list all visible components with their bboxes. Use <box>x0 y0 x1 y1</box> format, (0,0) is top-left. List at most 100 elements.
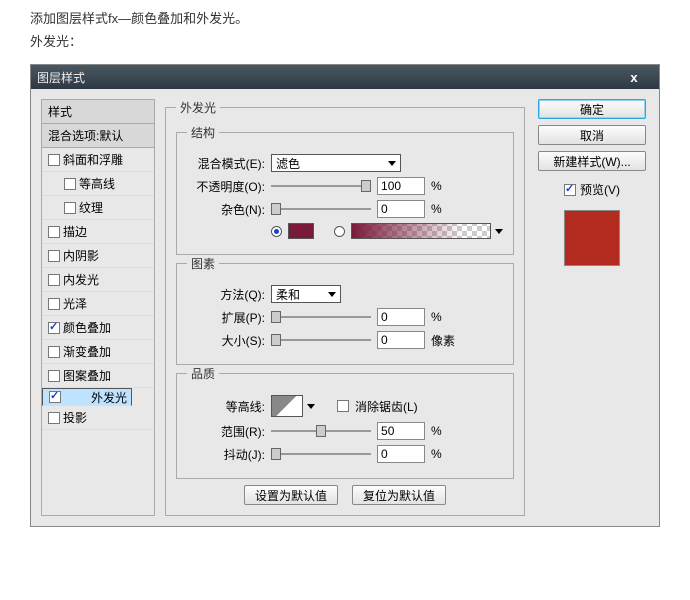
technique-select[interactable]: 柔和 <box>271 285 341 303</box>
sidebar-header-styles[interactable]: 样式 <box>42 100 154 124</box>
sidebar-item-5[interactable]: 内发光 <box>42 268 154 292</box>
opacity-input[interactable] <box>377 177 425 195</box>
panel-title: 外发光 <box>176 99 220 116</box>
jitter-unit: % <box>431 447 459 461</box>
titlebar[interactable]: 图层样式 x <box>31 65 659 89</box>
sidebar-item-label: 斜面和浮雕 <box>63 151 123 168</box>
sidebar-item-4[interactable]: 内阴影 <box>42 244 154 268</box>
intro-text-1: 添加图层样式fx—颜色叠加和外发光。 <box>0 0 690 31</box>
blend-mode-label: 混合模式(E): <box>187 155 265 172</box>
sidebar-checkbox[interactable] <box>48 298 60 310</box>
technique-label: 方法(Q): <box>187 286 265 303</box>
structure-title: 结构 <box>187 124 219 141</box>
quality-title: 品质 <box>187 365 219 382</box>
sidebar-item-label: 投影 <box>63 409 87 426</box>
sidebar-checkbox[interactable] <box>48 322 60 334</box>
spread-unit: % <box>431 310 459 324</box>
opacity-unit: % <box>431 179 459 193</box>
size-label: 大小(S): <box>187 332 265 349</box>
range-slider[interactable] <box>271 424 371 438</box>
chevron-down-icon <box>495 229 503 234</box>
chevron-down-icon <box>307 404 315 409</box>
jitter-input[interactable] <box>377 445 425 463</box>
sidebar-item-10[interactable]: 外发光 <box>42 388 132 406</box>
sidebar-item-0[interactable]: 斜面和浮雕 <box>42 148 154 172</box>
sidebar-item-label: 外发光 <box>91 389 127 406</box>
opacity-label: 不透明度(O): <box>187 178 265 195</box>
noise-input[interactable] <box>377 200 425 218</box>
sidebar-checkbox[interactable] <box>48 370 60 382</box>
sidebar-item-9[interactable]: 图案叠加 <box>42 364 154 388</box>
right-column: 确定 取消 新建样式(W)... 预览(V) <box>535 99 649 516</box>
spread-slider[interactable] <box>271 310 371 324</box>
sidebar-item-3[interactable]: 描边 <box>42 220 154 244</box>
noise-label: 杂色(N): <box>187 201 265 218</box>
sidebar-item-8[interactable]: 渐变叠加 <box>42 340 154 364</box>
preview-label: 预览(V) <box>580 181 620 198</box>
range-input[interactable] <box>377 422 425 440</box>
blend-mode-select[interactable]: 滤色 <box>271 154 401 172</box>
main-panel: 外发光 结构 混合模式(E): 滤色 不透明度(O): % <box>165 99 525 516</box>
preview-checkbox[interactable] <box>564 184 576 196</box>
sidebar-checkbox[interactable] <box>48 226 60 238</box>
contour-picker[interactable] <box>271 395 315 417</box>
sidebar-item-label: 图案叠加 <box>63 367 111 384</box>
antialias-label: 消除锯齿(L) <box>355 398 418 415</box>
cancel-button[interactable]: 取消 <box>538 125 646 145</box>
structure-group: 结构 混合模式(E): 滤色 不透明度(O): % <box>176 124 514 255</box>
spread-input[interactable] <box>377 308 425 326</box>
sidebar-item-label: 等高线 <box>79 175 115 192</box>
sidebar-item-label: 颜色叠加 <box>63 319 111 336</box>
reset-default-button[interactable]: 复位为默认值 <box>352 485 446 505</box>
sidebar-checkbox[interactable] <box>49 391 61 403</box>
blend-mode-value: 滤色 <box>276 155 300 172</box>
sidebar-item-label: 内阴影 <box>63 247 99 264</box>
antialias-checkbox[interactable] <box>337 400 349 412</box>
style-sidebar: 样式 混合选项:默认 斜面和浮雕等高线纹理描边内阴影内发光光泽颜色叠加渐变叠加图… <box>41 99 155 516</box>
quality-group: 品质 等高线: 消除锯齿(L) 范围(R): % <box>176 365 514 479</box>
gradient-picker[interactable] <box>351 223 503 239</box>
jitter-slider[interactable] <box>271 447 371 461</box>
sidebar-item-7[interactable]: 颜色叠加 <box>42 316 154 340</box>
sidebar-checkbox[interactable] <box>64 202 76 214</box>
gradient-radio[interactable] <box>334 226 345 237</box>
jitter-label: 抖动(J): <box>187 446 265 463</box>
new-style-button[interactable]: 新建样式(W)... <box>538 151 646 171</box>
noise-unit: % <box>431 202 459 216</box>
layer-style-dialog: 图层样式 x 样式 混合选项:默认 斜面和浮雕等高线纹理描边内阴影内发光光泽颜色… <box>30 64 660 527</box>
sidebar-checkbox[interactable] <box>48 274 60 286</box>
sidebar-header-blend[interactable]: 混合选项:默认 <box>42 124 154 148</box>
noise-slider[interactable] <box>271 202 371 216</box>
sidebar-item-label: 内发光 <box>63 271 99 288</box>
close-icon[interactable]: x <box>615 68 653 86</box>
sidebar-checkbox[interactable] <box>48 154 60 166</box>
range-unit: % <box>431 424 459 438</box>
sidebar-item-label: 描边 <box>63 223 87 240</box>
technique-value: 柔和 <box>276 286 300 303</box>
sidebar-item-label: 渐变叠加 <box>63 343 111 360</box>
spread-label: 扩展(P): <box>187 309 265 326</box>
opacity-slider[interactable] <box>271 179 371 193</box>
color-radio[interactable] <box>271 226 282 237</box>
sidebar-item-11[interactable]: 投影 <box>42 406 154 430</box>
size-slider[interactable] <box>271 333 371 347</box>
sidebar-item-2[interactable]: 纹理 <box>42 196 154 220</box>
glow-color-swatch[interactable] <box>288 223 314 239</box>
contour-label: 等高线: <box>187 398 265 415</box>
element-group: 图素 方法(Q): 柔和 扩展(P): % <box>176 255 514 365</box>
range-label: 范围(R): <box>187 423 265 440</box>
sidebar-checkbox[interactable] <box>64 178 76 190</box>
sidebar-item-1[interactable]: 等高线 <box>42 172 154 196</box>
sidebar-checkbox[interactable] <box>48 250 60 262</box>
sidebar-item-label: 纹理 <box>79 199 103 216</box>
ok-button[interactable]: 确定 <box>538 99 646 119</box>
sidebar-checkbox[interactable] <box>48 412 60 424</box>
dialog-title: 图层样式 <box>37 69 615 86</box>
chevron-down-icon <box>328 292 336 297</box>
set-default-button[interactable]: 设置为默认值 <box>244 485 338 505</box>
size-unit: 像素 <box>431 332 459 349</box>
intro-text-2: 外发光： <box>0 31 690 64</box>
sidebar-checkbox[interactable] <box>48 346 60 358</box>
sidebar-item-6[interactable]: 光泽 <box>42 292 154 316</box>
size-input[interactable] <box>377 331 425 349</box>
